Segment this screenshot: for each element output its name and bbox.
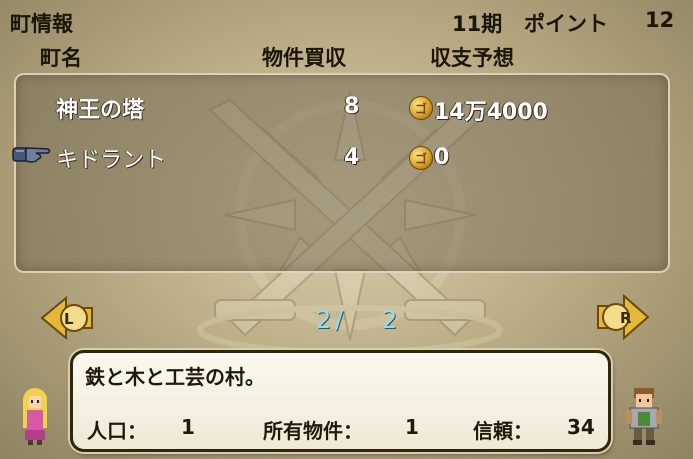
pointing-hand-cursor-icon (12, 147, 51, 163)
trust-label: 信頼： (473, 419, 533, 443)
column-header-income: 収支予想 (430, 46, 514, 70)
column-header-purchases: 物件買収 (262, 46, 346, 70)
page-left-label: L (64, 310, 74, 328)
town-row-purchases: 4 (344, 145, 360, 170)
town-detail-dialog: 鉄と木と工芸の村。 人口： 1 所有物件： 1 信頼： 34 (70, 350, 611, 452)
town-description: 鉄と木と工芸の村。 (85, 365, 265, 389)
owned-properties-value: 1 (405, 415, 419, 439)
page-current: 2 (316, 306, 332, 334)
period-label: 11期 (452, 12, 503, 36)
town-row-purchases: 8 (344, 94, 360, 119)
column-header-town: 町名 (40, 46, 82, 70)
population-value: 1 (181, 415, 195, 439)
points-label: ポイント (524, 12, 608, 36)
population-label: 人口： (87, 419, 147, 443)
trust-value: 34 (567, 415, 595, 439)
town-row-income: 14万4000 (434, 100, 548, 125)
page-total: 2 (382, 306, 398, 334)
character-portrait-right (626, 388, 662, 445)
page-right-label: R (620, 309, 632, 327)
coin-icon: ゴ (409, 96, 433, 120)
page-right-button[interactable]: R (592, 292, 652, 342)
page-separator: / (335, 306, 344, 334)
points-value: 12 (645, 8, 675, 32)
owned-properties-label: 所有物件： (263, 419, 363, 443)
character-portrait-left (23, 388, 47, 445)
page-left-button[interactable]: L (38, 294, 96, 342)
screen-title: 町情報 (10, 12, 73, 36)
coin-icon: ゴ (409, 146, 433, 170)
town-row-name-selected[interactable]: キドラント (56, 142, 166, 174)
town-row-name[interactable]: 神王の塔 (56, 92, 144, 124)
town-row-income: 0 (434, 145, 450, 170)
